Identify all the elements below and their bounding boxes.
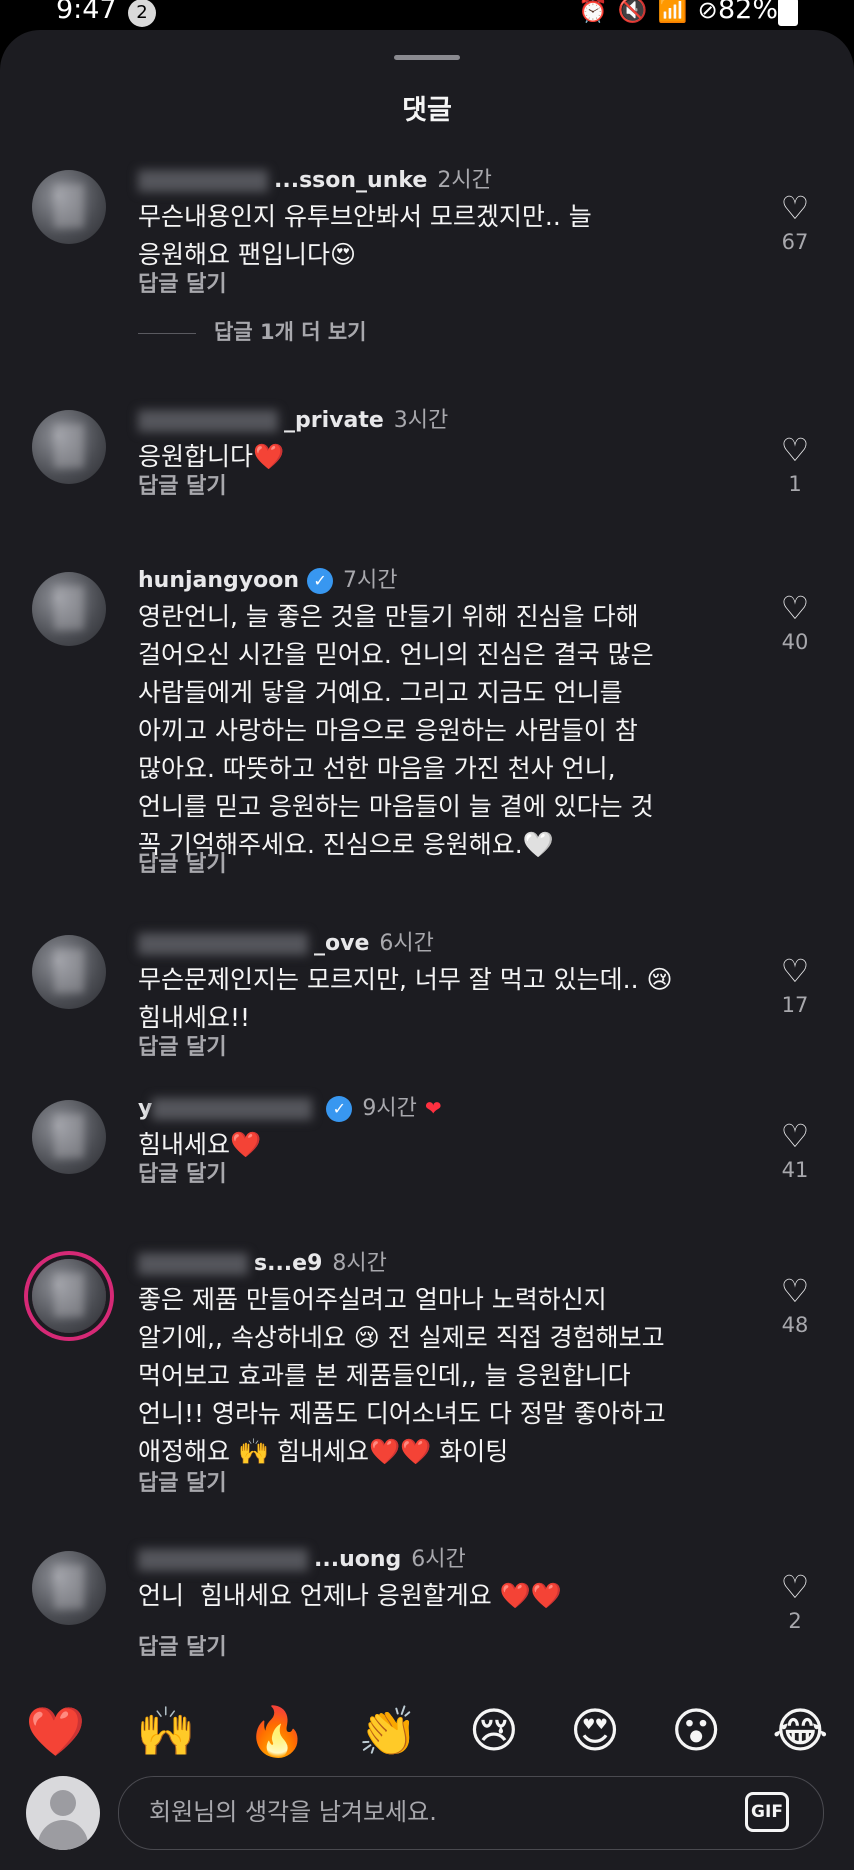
comment-username[interactable]: _private 3시간 <box>138 402 448 434</box>
comment-text: 힘내세요❤️ <box>138 1130 262 1159</box>
like-count: 17 <box>781 993 809 1017</box>
avatar[interactable] <box>32 1100 106 1174</box>
fire-emoji-button[interactable]: 🔥 <box>247 1703 307 1760</box>
status-bar: 9:47 2 ⏰🔇📶⊘ 82% <box>0 0 854 30</box>
comment-time: 2시간 <box>437 168 492 193</box>
like-count: 67 <box>781 230 809 254</box>
avatar-body-shape <box>38 1820 88 1850</box>
reply-button[interactable]: 답글 달기 <box>138 1465 227 1497</box>
like-button[interactable]: ♡ 67 <box>770 192 820 254</box>
sheet-title: 댓글 <box>402 95 452 126</box>
status-time: 9:47 <box>56 0 117 25</box>
like-count: 1 <box>788 472 802 496</box>
creator-liked-heart-icon: ❤ <box>424 1096 442 1120</box>
heart-outline-icon: ♡ <box>780 1272 810 1310</box>
replies-divider <box>138 332 196 334</box>
raised-hands-emoji-button[interactable]: 🙌 <box>136 1703 196 1760</box>
comment-time: 6시간 <box>411 1547 466 1572</box>
heart-outline-icon: ♡ <box>780 589 810 627</box>
heart-outline-icon: ♡ <box>780 189 810 227</box>
notification-count-badge: 2 <box>128 0 156 27</box>
avatar[interactable] <box>32 1551 106 1625</box>
verified-badge-icon: ✓ <box>326 1096 353 1122</box>
avatar-head-shape <box>50 1790 76 1816</box>
emoji-reaction-bar: ❤️ 🙌 🔥 👏 😢 😍 😮 😂 <box>0 1686 854 1776</box>
comment-text: 영란언니, 늘 좋은 것을 만들기 위해 진심을 다해 걸어오신 시간을 믿어요… <box>138 602 654 859</box>
comment-text: 무슨문제인지는 모르지만, 너무 잘 먹고 있는데.. 😢 힘내세요!! <box>138 965 673 1032</box>
heart-outline-icon: ♡ <box>780 1117 810 1155</box>
avatar[interactable] <box>32 572 106 646</box>
heart-outline-icon: ♡ <box>780 1568 810 1606</box>
avatar[interactable] <box>32 935 106 1009</box>
like-count: 41 <box>781 1158 809 1182</box>
comment-time: 9시간 <box>362 1096 417 1121</box>
like-button[interactable]: ♡ 40 <box>770 592 820 654</box>
redacted-username <box>152 1098 313 1120</box>
wifi-icon: 📶 <box>657 0 698 24</box>
like-count: 48 <box>781 1313 809 1337</box>
reply-button[interactable]: 답글 달기 <box>138 1156 227 1188</box>
redacted-username <box>138 933 308 955</box>
comment-input[interactable] <box>147 1791 711 1833</box>
avatar[interactable] <box>32 410 106 484</box>
comment-time: 8시간 <box>332 1251 387 1276</box>
heart-outline-icon: ♡ <box>780 952 810 990</box>
crying-emoji-button[interactable]: 😢 <box>469 1703 519 1759</box>
like-button[interactable]: ♡ 17 <box>770 955 820 1017</box>
reply-button[interactable]: 답글 달기 <box>138 1029 227 1061</box>
my-avatar <box>26 1776 100 1850</box>
laughing-emoji-button[interactable]: 😂 <box>772 1703 828 1759</box>
reply-button[interactable]: 답글 달기 <box>138 846 227 878</box>
comments-sheet: 댓글 ...sson_unke 2시간 무슨내용인지 유투브안봐서 모르겠지만..… <box>0 30 854 1870</box>
redacted-username <box>138 1253 248 1275</box>
sheet-drag-handle[interactable] <box>394 55 460 60</box>
view-more-replies[interactable]: 답글 1개 더 보기 <box>138 316 366 346</box>
comment-text: 좋은 제품 만들어주실려고 얼마나 노력하신지 알기에,, 속상하네요 😢 전 … <box>138 1285 666 1466</box>
verified-badge-icon: ✓ <box>307 568 334 594</box>
comment-username[interactable]: s...e9 8시간 <box>138 1245 387 1277</box>
heart-outline-icon: ♡ <box>780 431 810 469</box>
avatar-with-story-ring[interactable] <box>32 1259 106 1333</box>
comment-text: 무슨내용인지 유투브안봐서 모르겠지만.. 늘 응원해요 팬입니다😍 <box>138 202 592 269</box>
like-button[interactable]: ♡ 41 <box>770 1120 820 1182</box>
mute-icon: 🔇 <box>617 0 658 24</box>
comment-input-box[interactable]: GIF <box>118 1776 824 1850</box>
comment-time: 3시간 <box>393 408 449 433</box>
avatar[interactable] <box>32 170 106 244</box>
comment-time: 7시간 <box>343 568 398 593</box>
comment-composer: GIF <box>0 1776 854 1870</box>
comment-username[interactable]: ...uong 6시간 <box>138 1541 466 1573</box>
like-button[interactable]: ♡ 48 <box>770 1275 820 1337</box>
reply-button[interactable]: 답글 달기 <box>138 468 227 500</box>
reply-button[interactable]: 답글 달기 <box>138 1629 227 1661</box>
redacted-username <box>138 410 278 432</box>
heart-eyes-emoji-button[interactable]: 😍 <box>570 1703 620 1759</box>
comment-time: 6시간 <box>379 931 434 956</box>
heart-emoji-button[interactable]: ❤️ <box>26 1703 86 1760</box>
comment-username[interactable]: ...sson_unke 2시간 <box>138 162 492 194</box>
comments-list[interactable]: ...sson_unke 2시간 무슨내용인지 유투브안봐서 모르겠지만.. 늘 … <box>0 160 854 1716</box>
status-icons: ⏰🔇📶⊘ <box>578 0 728 24</box>
reply-button[interactable]: 답글 달기 <box>138 266 227 298</box>
comment-username[interactable]: y ✓ 9시간 ❤ <box>138 1090 442 1122</box>
alarm-icon: ⏰ <box>578 0 618 24</box>
gif-button[interactable]: GIF <box>745 1792 789 1832</box>
comment-username[interactable]: hunjangyoon ✓ 7시간 <box>138 562 398 594</box>
clap-emoji-button[interactable]: 👏 <box>358 1703 418 1760</box>
surprised-emoji-button[interactable]: 😮 <box>671 1703 721 1759</box>
redacted-username <box>138 170 268 192</box>
like-count: 2 <box>788 1609 802 1633</box>
like-button[interactable]: ♡ 1 <box>770 434 820 496</box>
redacted-username <box>138 1549 308 1571</box>
like-button[interactable]: ♡ 2 <box>770 1571 820 1633</box>
battery-level: 82% <box>718 0 779 25</box>
comment-text: 언니 힘내세요 언제나 응원할게요 ❤️❤️ <box>138 1581 562 1610</box>
comment-username[interactable]: _ove 6시간 <box>138 925 434 957</box>
comment-text: 응원합니다❤️ <box>138 442 285 471</box>
like-count: 40 <box>781 630 809 654</box>
battery-icon <box>778 0 798 26</box>
